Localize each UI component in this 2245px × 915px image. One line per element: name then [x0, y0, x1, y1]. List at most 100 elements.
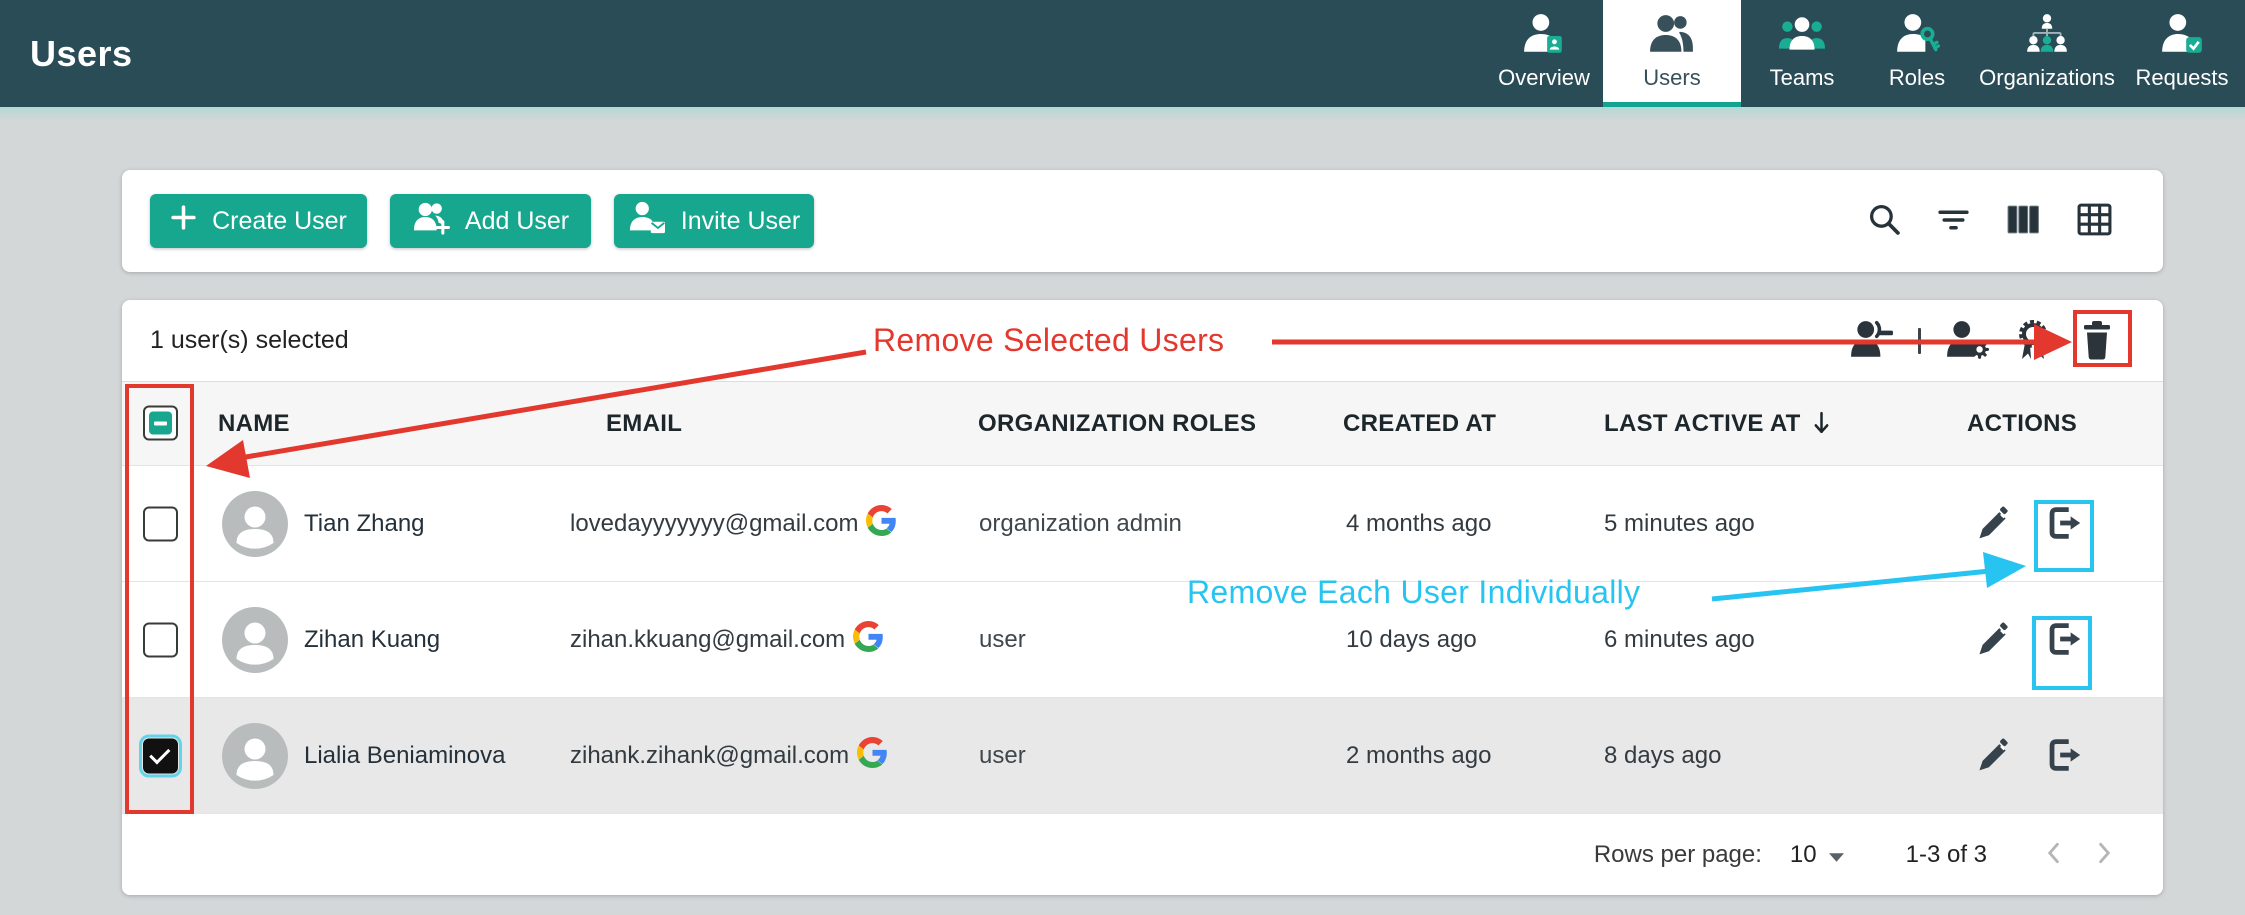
tab-users[interactable]: Users [1603, 0, 1741, 107]
header-created-at[interactable]: CREATED AT [1343, 382, 1496, 465]
user-plus-icon [412, 200, 450, 243]
rows-per-page-select[interactable]: 10 [1790, 841, 1844, 869]
add-user-button[interactable]: Add User [390, 194, 591, 248]
header-actions: ACTIONS [1967, 382, 2077, 465]
edit-user-button[interactable] [1974, 698, 2012, 814]
page-title: Users [30, 33, 133, 75]
user-email: lovedayyyyyyy@gmail.com [570, 466, 897, 582]
bulk-action-icons [1850, 300, 2117, 382]
user-last-active-at: 5 minutes ago [1604, 466, 1755, 582]
user-settings-button[interactable] [1945, 319, 1989, 364]
sign-out-icon [2042, 734, 2084, 779]
user-name: Tian Zhang [304, 466, 425, 582]
user-gear-icon [1945, 319, 1989, 364]
avatar [222, 491, 288, 557]
user-org-roles: user [979, 582, 1026, 698]
user-created-at: 2 months ago [1346, 698, 1491, 814]
user-name: Zihan Kuang [304, 582, 440, 698]
chevron-left-icon [2045, 841, 2061, 868]
users-icon [1649, 12, 1695, 63]
header-email[interactable]: EMAIL [606, 382, 682, 465]
user-created-at: 10 days ago [1346, 582, 1477, 698]
row-checkbox[interactable] [143, 622, 178, 657]
table-row: Zihan Kuang zihan.kkuang@gmail.com user … [122, 581, 2163, 697]
rows-per-page-value: 10 [1790, 841, 1817, 869]
user-created-at: 4 months ago [1346, 466, 1491, 582]
filter-icon [1936, 202, 1971, 240]
search-button[interactable] [1867, 202, 1902, 240]
row-checkbox[interactable] [143, 506, 178, 541]
search-icon [1867, 202, 1902, 240]
filter-button[interactable] [1936, 202, 1971, 240]
org-chart-icon [2024, 12, 2070, 63]
table-row: Tian Zhang lovedayyyyyyy@gmail.com organ… [122, 465, 2163, 581]
table-tools [1867, 170, 2113, 272]
users-admin-page: Users Overview [0, 0, 2245, 915]
tab-requests[interactable]: Requests [2123, 0, 2241, 107]
view-columns-button[interactable] [2005, 202, 2042, 240]
create-user-button[interactable]: Create User [150, 194, 367, 248]
remove-user-button[interactable] [2042, 582, 2084, 698]
invite-user-button[interactable]: Invite User [614, 194, 814, 248]
toolbar-card: Create User Add User [122, 170, 2163, 272]
grid-icon [2076, 202, 2113, 240]
assign-role-button[interactable] [2013, 319, 2053, 364]
tab-roles[interactable]: Roles [1863, 0, 1971, 107]
remove-user-button[interactable] [2042, 698, 2084, 814]
create-user-label: Create User [212, 207, 347, 236]
user-last-active-at: 6 minutes ago [1604, 582, 1755, 698]
row-checkbox[interactable] [143, 738, 178, 773]
chevron-right-icon [2097, 841, 2113, 868]
avatar [222, 723, 288, 789]
sort-desc-icon [1813, 411, 1830, 436]
header-name[interactable]: NAME [218, 382, 290, 465]
top-navbar: Users Overview [0, 0, 2245, 107]
tab-teams[interactable]: Teams [1741, 0, 1863, 107]
grid-view-button[interactable] [2076, 202, 2113, 240]
tab-label: Users [1643, 65, 1700, 91]
plus-icon [170, 204, 197, 238]
user-last-active-at: 8 days ago [1604, 698, 1721, 814]
tab-label: Teams [1770, 65, 1835, 91]
user-org-roles: user [979, 698, 1026, 814]
caret-down-icon [1829, 841, 1844, 869]
columns-icon [2005, 202, 2042, 240]
remove-user-button[interactable] [2042, 466, 2084, 582]
user-key-icon [1894, 12, 1940, 63]
tab-overview[interactable]: Overview [1485, 0, 1603, 107]
select-all-checkbox[interactable] [143, 406, 178, 441]
toolbar-buttons: Create User Add User [150, 194, 814, 248]
sign-out-icon [2042, 502, 2084, 547]
user-badge-icon [1521, 12, 1567, 63]
trash-icon [2077, 319, 2117, 364]
previous-page-button[interactable] [2045, 841, 2061, 868]
rows-per-page-label: Rows per page: [1594, 841, 1762, 869]
tab-organizations[interactable]: Organizations [1971, 0, 2123, 107]
user-minus-icon [1850, 319, 1894, 364]
next-page-button[interactable] [2097, 841, 2113, 868]
users-table-card: 1 user(s) selected [122, 300, 2163, 895]
navbar-shadow-fade [0, 107, 2245, 121]
remove-user-from-team-button[interactable] [1850, 319, 1894, 364]
pencil-icon [1974, 620, 2012, 661]
sign-out-icon [2042, 618, 2084, 663]
user-email: zihank.zihank@gmail.com [570, 698, 888, 814]
google-icon [866, 505, 897, 543]
tab-label: Roles [1889, 65, 1945, 91]
pencil-icon [1974, 504, 2012, 545]
delete-selected-button[interactable] [2077, 319, 2117, 364]
header-last-active-at[interactable]: LAST ACTIVE AT [1604, 382, 1830, 465]
user-mail-icon [628, 200, 666, 243]
table-header-row: NAME EMAIL ORGANIZATION ROLES CREATED AT… [122, 382, 2163, 465]
user-name: Lialia Beniaminova [304, 698, 505, 814]
edit-user-button[interactable] [1974, 582, 2012, 698]
nav-tabs: Overview Users [1485, 0, 2241, 107]
table-row: Lialia Beniaminova zihank.zihank@gmail.c… [122, 697, 2163, 813]
tab-label: Organizations [1979, 65, 2115, 91]
google-icon [857, 737, 888, 775]
header-organization-roles[interactable]: ORGANIZATION ROLES [978, 382, 1256, 465]
edit-user-button[interactable] [1974, 466, 2012, 582]
tab-label: Overview [1498, 65, 1590, 91]
add-user-label: Add User [465, 207, 569, 236]
invite-user-label: Invite User [681, 207, 800, 236]
